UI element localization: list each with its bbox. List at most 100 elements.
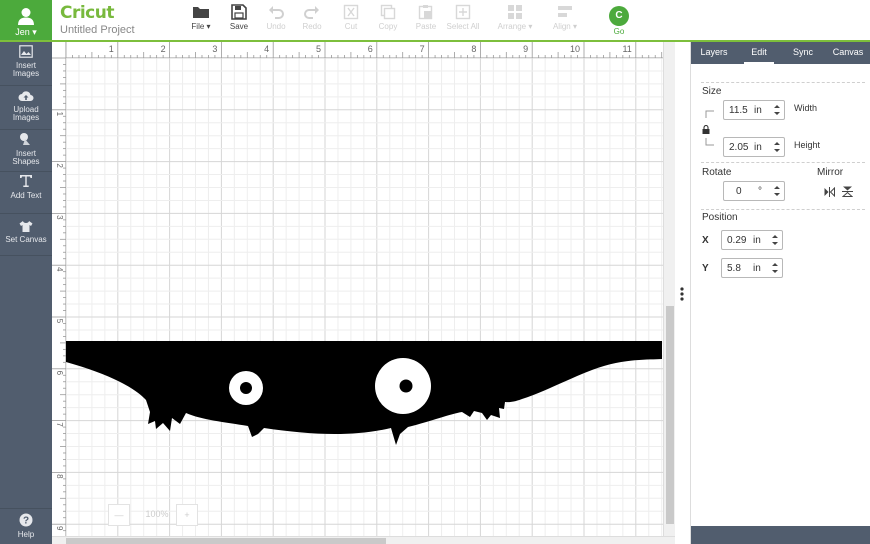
redo-label: Redo: [302, 22, 322, 31]
undo-button[interactable]: Undo: [262, 4, 290, 38]
cut-label: Cut: [344, 22, 358, 31]
rotate-unit: °: [758, 186, 762, 197]
tab-edit[interactable]: Edit: [744, 42, 774, 64]
horizontal-scroll-thumb[interactable]: [66, 538, 386, 544]
project-title[interactable]: Untitled Project: [60, 24, 135, 36]
undo-icon: [269, 6, 284, 19]
sidebar-item-label: Insert Images: [12, 61, 40, 78]
divider: [701, 162, 865, 163]
x-value: 0.29: [727, 235, 747, 246]
divider: [701, 82, 865, 83]
select-all-icon: [455, 4, 471, 20]
arrange-label: Arrange: [497, 22, 527, 31]
top-toolbar: Jen ▾ Cricut Untitled Project File ▾ Sav…: [0, 0, 870, 42]
arrange-button[interactable]: Arrange ▾: [494, 4, 536, 38]
undo-label: Undo: [266, 22, 286, 31]
divider: [701, 209, 865, 210]
sidebar-item-label: Insert Shapes: [12, 149, 40, 166]
cut-button[interactable]: Cut: [338, 4, 364, 38]
vertical-scrollbar[interactable]: [663, 42, 675, 536]
design-layer: [66, 341, 662, 445]
y-label: Y: [702, 263, 709, 274]
user-icon: [18, 8, 34, 25]
sidebar-item-upload-images[interactable]: Upload Images: [0, 86, 52, 130]
panel-tabs: Layers Edit Sync Canvas: [691, 42, 870, 64]
help-icon: ?: [19, 513, 33, 527]
height-input[interactable]: 2.05 in: [723, 137, 785, 157]
width-input[interactable]: 11.5 in: [723, 100, 785, 120]
tab-sync[interactable]: Sync: [789, 42, 817, 64]
sidebar-item-add-text[interactable]: Add Text: [0, 172, 52, 214]
panel-footer: [691, 526, 870, 544]
align-label: Align: [552, 22, 571, 31]
lock-icon[interactable]: [702, 125, 710, 134]
edit-panel: Layers Edit Sync Canvas Size 11.5 in Wid…: [690, 42, 870, 544]
sidebar-item-label: Upload Images: [12, 105, 40, 122]
align-button[interactable]: Align ▾: [548, 4, 582, 38]
paste-button[interactable]: Paste: [412, 4, 440, 38]
sidebar-item-set-canvas[interactable]: Set Canvas: [0, 214, 52, 256]
zoom-out-button[interactable]: —: [108, 504, 130, 526]
help-button[interactable]: ? Help: [0, 508, 52, 544]
width-stepper-icon[interactable]: [773, 103, 781, 117]
file-label: File: [191, 22, 205, 31]
go-icon: C: [609, 6, 629, 26]
width-label: Width: [794, 103, 818, 113]
select-all-button[interactable]: Select All: [444, 4, 482, 38]
redo-button[interactable]: Redo: [298, 4, 326, 38]
tab-layers[interactable]: Layers: [697, 42, 731, 64]
height-stepper-icon[interactable]: [773, 140, 781, 154]
tab-canvas[interactable]: Canvas: [830, 42, 866, 64]
width-unit: in: [754, 105, 762, 116]
select-all-label: Select All: [446, 22, 480, 31]
panel-resize-handle[interactable]: [679, 286, 685, 302]
y-stepper-icon[interactable]: [771, 261, 779, 275]
x-position-input[interactable]: 0.29 in: [721, 230, 783, 250]
shirt-icon: [19, 221, 33, 232]
paste-icon: [418, 5, 433, 20]
file-button[interactable]: File ▾: [186, 4, 216, 38]
cut-icon: [343, 4, 359, 20]
x-unit: in: [753, 235, 761, 246]
position-section-title: Position: [702, 212, 738, 223]
width-value: 11.5: [729, 105, 748, 116]
user-name: Jen: [15, 27, 30, 37]
vertical-scroll-thumb[interactable]: [666, 306, 674, 524]
redo-icon: [304, 6, 319, 19]
left-sidebar: Insert Images Upload Images Insert Shape…: [0, 42, 52, 544]
copy-icon: [380, 4, 396, 20]
shapes-icon: [20, 133, 30, 145]
save-button[interactable]: Save: [224, 4, 254, 38]
sidebar-item-insert-shapes[interactable]: Insert Shapes: [0, 130, 52, 172]
svg-text:?: ?: [23, 516, 29, 527]
horizontal-scrollbar[interactable]: [52, 536, 675, 544]
user-menu[interactable]: Jen ▾: [0, 0, 52, 40]
mirror-vertical-icon[interactable]: [842, 186, 853, 197]
rotate-stepper-icon[interactable]: [773, 184, 781, 198]
folder-icon: [193, 7, 209, 18]
image-icon: [19, 45, 33, 58]
sidebar-item-insert-images[interactable]: Insert Images: [0, 42, 52, 86]
y-unit: in: [753, 263, 761, 274]
mirror-section-title: Mirror: [817, 167, 844, 178]
height-unit: in: [754, 142, 762, 153]
zoom-level: 100%: [145, 509, 169, 519]
go-label: Go: [613, 27, 625, 36]
height-value: 2.05: [729, 142, 749, 153]
design-canvas[interactable]: 1 2 3 4 5 6 7 8 9 10 11 123456789 — 100% +: [52, 42, 675, 544]
zoom-in-button[interactable]: +: [176, 504, 198, 526]
rotate-input[interactable]: 0 °: [723, 181, 785, 201]
copy-button[interactable]: Copy: [374, 4, 402, 38]
cricut-logo: Cricut: [60, 3, 114, 23]
monster-eyes-shape[interactable]: [66, 341, 662, 445]
align-icon: [558, 6, 572, 17]
go-button[interactable]: C Go: [606, 6, 632, 36]
copy-label: Copy: [378, 22, 398, 31]
height-label: Height: [794, 140, 821, 150]
rotate-section-title: Rotate: [702, 167, 732, 178]
x-stepper-icon[interactable]: [771, 233, 779, 247]
mirror-horizontal-icon[interactable]: [824, 187, 835, 197]
y-position-input[interactable]: 5.8 in: [721, 258, 783, 278]
save-label: Save: [229, 22, 249, 31]
rotate-value: 0: [736, 186, 742, 197]
